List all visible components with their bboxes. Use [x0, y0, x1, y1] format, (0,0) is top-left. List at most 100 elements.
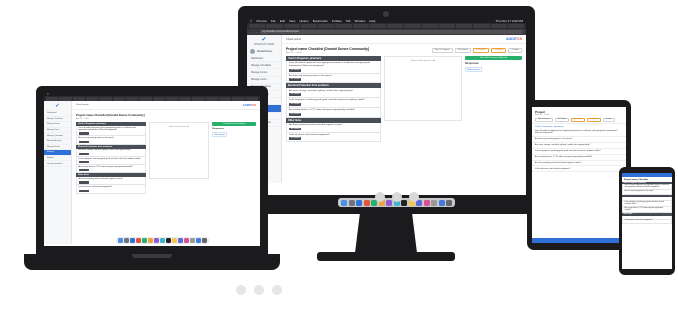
dock-app-icon[interactable] — [178, 238, 183, 243]
sidebar-item-change-questions[interactable]: Change Questions — [44, 161, 71, 167]
browser-tab[interactable] — [438, 24, 455, 28]
dock-app-icon[interactable] — [118, 238, 123, 243]
browser-tab[interactable] — [283, 24, 300, 28]
back-icon[interactable]: ← — [250, 30, 253, 34]
filter-button-view-in-progress[interactable]: View In Progress — [431, 47, 453, 53]
filter-button-not-started[interactable]: Not Started — [454, 47, 471, 53]
checkpoint-item[interactable]: Are wires, storage, and other lighting /… — [286, 88, 381, 99]
sidebar-item-dashboard[interactable]: Dashboard — [247, 55, 281, 63]
dock-app-icon[interactable] — [172, 238, 177, 243]
checkpoint-item[interactable]: Is the electronic and technical equipmen… — [622, 219, 672, 224]
sidebar-item-manage-users[interactable]: Manage Users — [247, 77, 281, 84]
add-response-button[interactable]: Add response — [212, 132, 228, 138]
dock-app-icon[interactable] — [356, 199, 362, 206]
dock-app-icon[interactable] — [401, 199, 407, 206]
browser-tab[interactable] — [112, 96, 125, 101]
browser-tab[interactable] — [192, 96, 205, 101]
dock-app-icon[interactable] — [130, 238, 135, 243]
browser-tab[interactable] — [245, 96, 258, 101]
sidebar-item-manage-checklists[interactable]: Manage Checklists — [247, 62, 281, 70]
dock-app-icon[interactable] — [363, 199, 370, 206]
menu-item-help[interactable]: Help — [369, 19, 375, 23]
user-profile[interactable]: Donald Dunne — [247, 48, 281, 55]
dock-app-icon[interactable] — [438, 199, 445, 206]
filter-button-overdue[interactable]: Overdue — [602, 117, 615, 122]
dock-app-icon[interactable] — [348, 199, 355, 206]
browser-tab[interactable] — [249, 24, 266, 28]
dock-app-icon[interactable] — [190, 238, 195, 243]
menu-item-profiles[interactable]: Profiles — [332, 19, 342, 23]
checkpoint-item[interactable]: Are there any warning posters in this sp… — [286, 73, 381, 84]
filter-button-incomplete[interactable]: Incomplete — [571, 117, 585, 122]
checkpoint-item[interactable]: Does all medical equipment have appropri… — [286, 61, 381, 74]
address-input[interactable]: my.checklist.com/checklists/project — [260, 30, 523, 34]
dock-app-icon[interactable] — [166, 238, 171, 243]
checkpoint-item[interactable]: Are there any warning posters in this sp… — [76, 136, 146, 145]
browser-tab[interactable] — [404, 24, 421, 28]
forward-icon[interactable]: → — [255, 30, 258, 34]
menu-item-view[interactable]: View — [289, 19, 295, 23]
browser-tab[interactable] — [139, 96, 152, 101]
browser-tab[interactable] — [507, 24, 524, 28]
overview-report-button[interactable]: Checklist Overview (Report) — [212, 122, 257, 126]
checkpoint-item[interactable]: Does all medical equipment have appropri… — [76, 126, 146, 137]
dock-app-icon[interactable] — [341, 199, 347, 206]
filter-button-completed[interactable]: Completed — [586, 117, 601, 122]
dock-app-icon[interactable] — [148, 238, 153, 243]
sidebar-item-manage-forms[interactable]: Manage Forms — [247, 69, 281, 77]
checkpoint-item[interactable]: Is the employees' switching good, good, … — [286, 98, 381, 109]
browser-tab[interactable] — [46, 96, 59, 101]
browser-tab[interactable] — [59, 96, 72, 101]
browser-tab[interactable] — [219, 96, 232, 101]
menu-item-history[interactable]: History — [299, 19, 308, 23]
dock-app-icon[interactable] — [142, 238, 147, 243]
dock-app-icon[interactable] — [160, 238, 165, 243]
filter-button-not-started[interactable]: Not Started — [555, 117, 570, 122]
browser-tab[interactable] — [125, 96, 139, 101]
browser-tab[interactable] — [72, 96, 85, 101]
dock-app-icon[interactable] — [202, 238, 207, 243]
browser-tab[interactable] — [421, 24, 438, 28]
browser-tab[interactable] — [300, 24, 317, 28]
menu-item-file[interactable]: File — [271, 19, 276, 23]
menu-item-tab[interactable]: Tab — [346, 19, 351, 23]
browser-tab[interactable] — [369, 24, 386, 28]
browser-tab[interactable] — [165, 96, 179, 101]
filter-button-incomplete[interactable]: Incomplete — [472, 47, 489, 53]
menu-item-window[interactable]: Window — [355, 19, 366, 23]
dock-app-icon[interactable] — [423, 199, 430, 206]
dock-app-icon[interactable] — [196, 238, 201, 243]
menu-item-bookmarks[interactable]: Bookmarks — [313, 19, 328, 23]
browser-tab[interactable] — [205, 96, 219, 101]
checkpoint-item[interactable]: Are there properly packed and tested sup… — [286, 122, 381, 133]
browser-tab[interactable] — [473, 24, 490, 28]
browser-tab[interactable] — [152, 96, 165, 101]
checkpoint-item[interactable]: Is the electronic and technical equipmen… — [532, 166, 626, 173]
browser-tab[interactable] — [85, 96, 99, 101]
overview-report-button[interactable]: Checklist Overview (Report) — [465, 56, 522, 60]
browser-tab[interactable] — [318, 24, 335, 28]
dock-app-icon[interactable] — [184, 238, 189, 243]
add-response-button[interactable]: Add response — [465, 67, 483, 73]
dock-app-icon[interactable] — [136, 238, 141, 243]
checkpoint-item[interactable]: Are wires, storage, and other lighting /… — [76, 148, 146, 157]
browser-tab[interactable] — [352, 24, 369, 28]
checkpoint-item[interactable]: Are security devices, CCTV video and gam… — [286, 108, 381, 118]
browser-tab[interactable] — [335, 24, 352, 28]
browser-tab[interactable] — [232, 96, 245, 101]
menu-item-chrome[interactable]: Chrome — [256, 19, 267, 23]
browser-tab[interactable] — [179, 96, 192, 101]
dock-app-icon[interactable] — [431, 199, 437, 206]
checkpoint-item[interactable]: Are security devices, CCTV video and gam… — [76, 165, 146, 174]
menu-item-edit[interactable]: Edit — [280, 19, 285, 23]
filter-button-completed[interactable]: Completed — [490, 47, 507, 53]
browser-tab[interactable] — [387, 24, 404, 28]
filter-button-overdue[interactable]: Overdue — [508, 47, 522, 53]
filter-button-view-in-progress[interactable]: View In Progress — [535, 117, 554, 122]
browser-tab[interactable] — [99, 96, 112, 101]
browser-tab[interactable] — [456, 24, 473, 28]
checkpoint-item[interactable]: Are there properly packed and tested sup… — [76, 177, 146, 186]
dock-app-icon[interactable] — [154, 238, 159, 243]
dock-app-icon[interactable] — [446, 199, 452, 206]
checkpoint-item[interactable]: Does all medical equipment have appropri… — [532, 129, 626, 138]
